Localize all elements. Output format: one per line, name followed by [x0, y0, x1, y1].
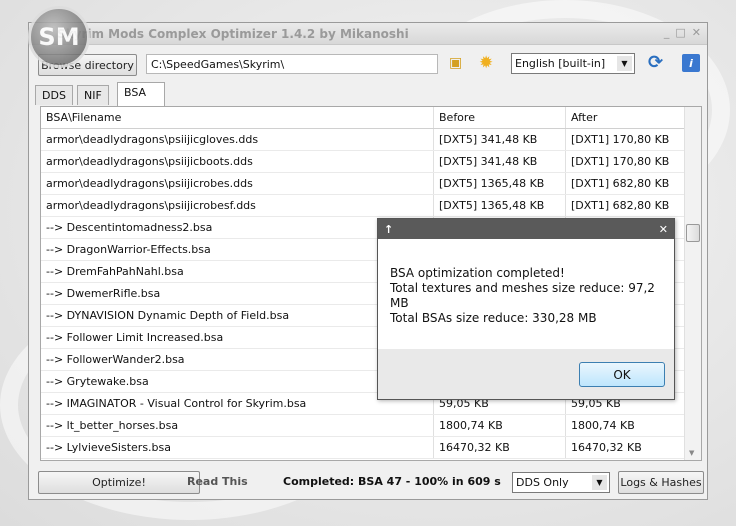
status-text: Completed: BSA 47 - 100% in 609 s — [283, 475, 501, 488]
read-this-link[interactable]: Read This — [187, 475, 248, 488]
settings-sun-icon[interactable]: ✹ — [479, 53, 493, 73]
after-cell: 1800,74 KB — [571, 419, 635, 432]
chevron-down-icon: ▼ — [617, 56, 632, 71]
filename-cell: --> lt_better_horses.bsa — [41, 415, 434, 436]
table-row[interactable]: --> LylvieveSisters.bsa 16470,32 KB 16470,… — [41, 437, 701, 459]
filename-cell: --> IMAGINATOR - Visual Control for Skyr… — [41, 393, 434, 414]
filename-cell: --> Grytewake.bsa — [41, 371, 434, 392]
filename-cell: --> Follower Limit Increased.bsa — [41, 327, 434, 348]
filename-cell: --> Descentintomadness2.bsa — [41, 217, 434, 238]
filename-cell: armor\deadlydragons\psiijicrobesf.dds — [41, 195, 434, 216]
scrollbar-thumb[interactable] — [686, 224, 700, 242]
minimize-icon[interactable]: _ — [664, 26, 670, 39]
mode-value: DDS Only — [516, 476, 569, 489]
refresh-icon[interactable]: ⟳ — [648, 52, 663, 73]
language-select[interactable]: English [built-in] ▼ — [511, 53, 635, 74]
optimize-button[interactable]: Optimize! — [38, 471, 200, 494]
language-value: English [built-in] — [515, 57, 606, 70]
before-cell: [DXT5] 1365,48 KB — [434, 195, 566, 216]
dialog-message-line: BSA optimization completed! — [390, 266, 565, 280]
tab-dds[interactable]: DDS — [35, 85, 73, 105]
after-cell: [DXT1] 682,80 KB — [571, 199, 670, 212]
table-row[interactable]: armor\deadlydragons\psiijicrobesf.dds [DX… — [41, 195, 701, 217]
after-cell: [DXT1] 170,80 KB — [571, 133, 670, 146]
close-icon[interactable]: ✕ — [692, 26, 701, 39]
filename-cell: --> DragonWarrior-Effects.bsa — [41, 239, 434, 260]
tab-nif[interactable]: NIF — [77, 85, 109, 105]
before-cell: 16470,32 KB — [434, 437, 566, 458]
after-cell: [DXT1] 682,80 KB — [571, 177, 670, 190]
column-header-after[interactable]: After — [566, 107, 684, 128]
table-row[interactable]: armor\deadlydragons\psiijicrobes.dds [DXT… — [41, 173, 701, 195]
ok-button[interactable]: OK — [579, 362, 665, 387]
filename-cell: --> FollowerWander2.bsa — [41, 349, 434, 370]
completion-dialog: ↑ ✕ BSA optimization completed! Total tex… — [377, 218, 675, 400]
filename-cell: --> DwemerRifle.bsa — [41, 283, 434, 304]
after-cell: 16470,32 KB — [571, 441, 642, 454]
scroll-down-icon[interactable]: ▼ — [689, 449, 694, 457]
before-cell: 1800,74 KB — [434, 415, 566, 436]
filename-cell: --> LylvieveSisters.bsa — [41, 437, 434, 458]
site-logo: SM — [28, 6, 90, 68]
filename-cell: --> DremFahPahNahl.bsa — [41, 261, 434, 282]
dialog-message-line: Total BSAs size reduce: 330,28 MB — [390, 311, 597, 325]
window-title: Skyrim Mods Complex Optimizer 1.4.2 by M… — [57, 26, 409, 41]
before-cell: [DXT5] 1365,48 KB — [434, 173, 566, 194]
table-header: BSA\Filename Before After — [41, 107, 701, 129]
dialog-message-line: Total textures and meshes size reduce: 9… — [390, 281, 655, 310]
after-cell: [DXT1] 170,80 KB — [571, 155, 670, 168]
table-row[interactable]: armor\deadlydragons\psiijicboots.dds [DXT… — [41, 151, 701, 173]
vertical-scrollbar[interactable]: ▼ — [684, 107, 701, 460]
table-row[interactable]: --> lt_better_horses.bsa 1800,74 KB 1800,7… — [41, 415, 701, 437]
path-input[interactable]: C:\SpeedGames\Skyrim\ — [146, 54, 438, 74]
title-bar: Skyrim Mods Complex Optimizer 1.4.2 by M… — [29, 23, 707, 45]
before-cell: [DXT5] 341,48 KB — [434, 151, 566, 172]
filename-cell: armor\deadlydragons\psiijicgloves.dds — [41, 129, 434, 150]
column-header-filename[interactable]: BSA\Filename — [41, 107, 434, 128]
logs-hashes-button[interactable]: Logs & Hashes — [618, 471, 704, 494]
filename-cell: armor\deadlydragons\psiijicboots.dds — [41, 151, 434, 172]
before-cell: [DXT5] 341,48 KB — [434, 129, 566, 150]
filename-cell: --> DYNAVISION Dynamic Depth of Field.bs… — [41, 305, 434, 326]
folders-icon[interactable]: ▣ — [449, 55, 462, 71]
maximize-icon[interactable]: □ — [675, 26, 685, 39]
tab-bsa[interactable]: BSA — [117, 82, 165, 106]
chevron-down-icon: ▼ — [592, 475, 607, 490]
dialog-close-icon[interactable]: ✕ — [659, 223, 668, 236]
filename-cell: armor\deadlydragons\psiijicrobes.dds — [41, 173, 434, 194]
column-header-before[interactable]: Before — [434, 107, 566, 128]
mode-select[interactable]: DDS Only ▼ — [512, 472, 610, 493]
info-icon[interactable]: i — [682, 54, 700, 72]
table-row[interactable]: armor\deadlydragons\psiijicgloves.dds [DX… — [41, 129, 701, 151]
dialog-arrow-icon: ↑ — [384, 222, 394, 236]
